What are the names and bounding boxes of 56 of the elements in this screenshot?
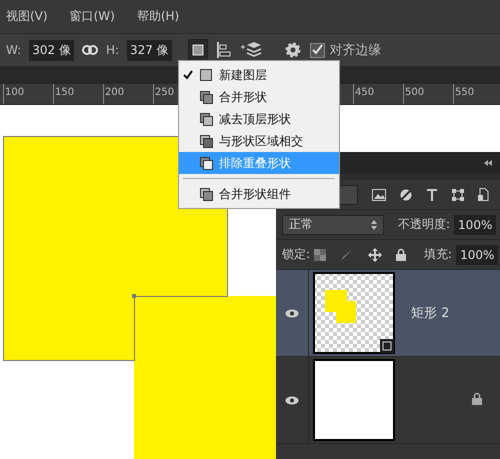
fill-label: 填充:: [424, 246, 452, 263]
ruler-label: 100: [5, 87, 26, 98]
menu-item[interactable]: 窗口(W): [70, 8, 115, 25]
opacity-label: 不透明度:: [398, 216, 450, 233]
stepper-icon: [371, 220, 377, 230]
layer-row[interactable]: 矩形 2: [276, 270, 500, 357]
shape-operation-icon: [200, 134, 213, 148]
menu-option[interactable]: 合并形状: [179, 86, 339, 108]
menu-option[interactable]: 减去顶层形状: [179, 108, 339, 130]
lock-label: 锁定:: [282, 246, 310, 263]
menu-option[interactable]: 与形状区域相交: [179, 130, 339, 152]
lock-icon[interactable]: [396, 248, 406, 261]
path-operations-button[interactable]: [188, 39, 208, 61]
square-icon: [192, 44, 204, 56]
ruler-label: 250: [155, 87, 176, 98]
ruler-label: 150: [55, 87, 76, 98]
layer-row[interactable]: [276, 357, 500, 444]
move-icon[interactable]: [368, 248, 382, 262]
ruler-label: 500: [405, 87, 426, 98]
opacity-field[interactable]: 100%: [454, 214, 496, 234]
checkmark-icon: [183, 70, 193, 80]
shape-operation-icon: [200, 90, 213, 104]
type-icon[interactable]: [426, 188, 438, 200]
height-label: H:: [106, 43, 120, 57]
height-field[interactable]: 327 像: [127, 40, 172, 60]
shape-operation-icon: [200, 112, 213, 126]
smart-object-icon[interactable]: [478, 188, 490, 201]
fill-field[interactable]: 100%: [456, 244, 498, 264]
width-label: W:: [6, 43, 22, 57]
shape-operation-icon: [200, 188, 213, 200]
menu-option[interactable]: 合并形状组件: [179, 183, 339, 205]
eye-icon[interactable]: [285, 308, 299, 318]
adjustment-icon[interactable]: [400, 188, 412, 200]
eye-icon[interactable]: [285, 396, 299, 404]
align-icon[interactable]: [216, 42, 232, 58]
menu-item[interactable]: 帮助(H): [136, 8, 180, 25]
brush-icon[interactable]: [340, 248, 354, 262]
image-icon[interactable]: [372, 188, 386, 200]
snap-label: 对齐边缘: [330, 42, 382, 59]
transform-icon[interactable]: [452, 188, 464, 200]
link-icon[interactable]: [82, 45, 98, 55]
settings-icon[interactable]: [284, 41, 302, 59]
arrange-icon[interactable]: [240, 41, 262, 59]
ruler-label: 200: [105, 87, 126, 98]
width-field[interactable]: 302 像: [29, 40, 74, 60]
ruler-label: 450: [355, 87, 376, 98]
anchor-point: [132, 294, 136, 298]
shape-operation-icon: [200, 156, 213, 170]
collapse-icon[interactable]: [484, 160, 492, 166]
ruler-label: 550: [455, 87, 476, 98]
layer-name: 矩形 2: [411, 305, 450, 322]
lock-transparency-icon[interactable]: [314, 248, 326, 260]
menu-item[interactable]: 视图(V): [6, 8, 48, 25]
snap-checkbox[interactable]: [310, 42, 325, 58]
shape-operation-icon: [200, 68, 213, 82]
blend-mode-dropdown[interactable]: 正常: [282, 214, 384, 234]
